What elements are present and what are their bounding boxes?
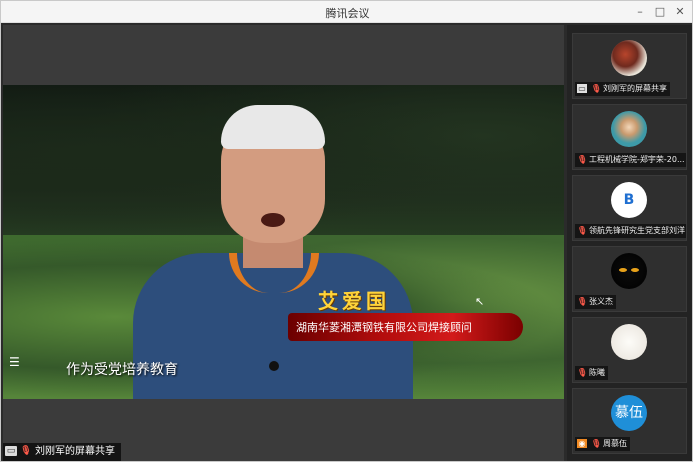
lapel-mic bbox=[269, 361, 279, 371]
mic-muted-icon: 🎙 bbox=[577, 155, 588, 164]
photo-avatar bbox=[611, 40, 647, 76]
participant-label: 🎙 领航先锋研究生党支部刘洋 bbox=[575, 224, 686, 238]
participant-tile[interactable]: 🎙 陈曦 bbox=[572, 317, 687, 383]
screen-share-icon: ▭ bbox=[577, 84, 587, 93]
participant-label: ◉ 🎙 周慕伍 bbox=[575, 437, 630, 451]
participant-name: 陈曦 bbox=[589, 368, 605, 377]
presenter-label-text: 刘刚军的屏幕共享 bbox=[35, 446, 115, 457]
screen-share-area[interactable]: 艾爱国 湖南华菱湘潭钢铁有限公司焊接顾问 ☰ 作为受党培养教育 ↖ ▭ 🎙 刘刚军的… bbox=[3, 25, 564, 461]
participant-tile[interactable]: B 🎙 领航先锋研究生党支部刘洋 bbox=[572, 175, 687, 241]
participant-name: 刘刚军的屏幕共享 bbox=[603, 84, 667, 93]
participant-tile[interactable]: 🎙 张义杰 bbox=[572, 246, 687, 312]
minimize-button[interactable]: – bbox=[631, 4, 649, 20]
bird-logo-icon: B bbox=[623, 192, 635, 208]
maximize-button[interactable]: □ bbox=[651, 4, 669, 20]
participant-tile[interactable]: 🎙 工程机械学院-郑宇荣-20... bbox=[572, 104, 687, 170]
mic-muted-icon: 🎙 bbox=[577, 368, 588, 377]
mic-muted-icon: 🎙 bbox=[577, 226, 588, 235]
close-button[interactable]: ✕ bbox=[671, 4, 689, 20]
cat-eye-left bbox=[619, 268, 627, 272]
mic-muted-icon: 🎙 bbox=[20, 446, 32, 456]
participant-name: 周慕伍 bbox=[603, 439, 627, 448]
participant-name: 领航先锋研究生党支部刘洋 bbox=[589, 226, 685, 235]
participant-name: 张义杰 bbox=[589, 297, 613, 306]
mic-muted-icon: 🎙 bbox=[591, 84, 602, 93]
participant-sidebar: ▭ 🎙 刘刚军的屏幕共享 🎙 工程机械学院-郑宇荣-20... B 🎙 领航先锋研究生党… bbox=[567, 25, 692, 461]
participant-tile[interactable]: ▭ 🎙 刘刚军的屏幕共享 bbox=[572, 33, 687, 99]
cat-eye-right bbox=[631, 268, 639, 272]
mic-muted-icon: 🎙 bbox=[591, 439, 602, 448]
presenter-label: ▭ 🎙 刘刚军的屏幕共享 bbox=[3, 443, 121, 461]
participant-label: 🎙 张义杰 bbox=[575, 295, 616, 309]
interviewee-title: 湖南华菱湘潭钢铁有限公司焊接顾问 bbox=[296, 321, 472, 334]
menu-icon[interactable]: ☰ bbox=[9, 355, 20, 369]
mic-muted-icon: 🎙 bbox=[577, 297, 588, 306]
participant-tile[interactable]: 慕伍 ◉ 🎙 周慕伍 bbox=[572, 388, 687, 454]
video-subtitle: 作为受党培养教育 bbox=[66, 362, 178, 378]
participant-label: 🎙 陈曦 bbox=[575, 366, 608, 380]
photo-avatar bbox=[611, 111, 647, 147]
main-stage: 艾爱国 湖南华菱湘潭钢铁有限公司焊接顾问 ☰ 作为受党培养教育 ↖ ▭ 🎙 刘刚军的… bbox=[3, 25, 564, 461]
shared-video-frame: 艾爱国 湖南华菱湘潭钢铁有限公司焊接顾问 ☰ 作为受党培养教育 ↖ bbox=[3, 85, 564, 399]
interviewee-name: 艾爱国 bbox=[318, 289, 390, 313]
dark-cat-avatar bbox=[611, 253, 647, 289]
user-icon: ◉ bbox=[577, 439, 587, 448]
participant-name: 工程机械学院-郑宇荣-20... bbox=[589, 155, 685, 164]
meeting-window: 腾讯会议 – □ ✕ 艾爱国 湖南华菱湘潭钢铁有限公司焊接顾问 ☰ 作为受党培养… bbox=[0, 0, 693, 462]
screen-share-icon: ▭ bbox=[5, 446, 17, 456]
title-bar: 腾讯会议 – □ ✕ bbox=[1, 1, 692, 23]
initials-avatar: 慕伍 bbox=[611, 395, 647, 431]
hair bbox=[221, 105, 325, 149]
mouth bbox=[261, 213, 285, 227]
lower-third-caption: 艾爱国 湖南华菱湘潭钢铁有限公司焊接顾问 bbox=[288, 285, 523, 355]
logo-avatar: B bbox=[611, 182, 647, 218]
mouse-cursor-icon: ↖ bbox=[475, 295, 485, 308]
light-avatar bbox=[611, 324, 647, 360]
participant-label: ▭ 🎙 刘刚军的屏幕共享 bbox=[575, 82, 670, 96]
participant-label: 🎙 工程机械学院-郑宇荣-20... bbox=[575, 153, 686, 167]
window-title: 腾讯会议 bbox=[325, 7, 370, 20]
